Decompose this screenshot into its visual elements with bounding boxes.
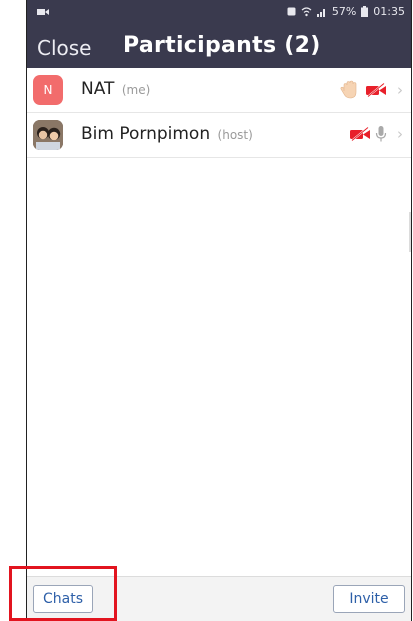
- invite-button[interactable]: Invite: [333, 585, 405, 613]
- video-off-icon: [366, 83, 386, 97]
- video-off-icon: [350, 127, 370, 141]
- participant-name: Bim Pornpimon (host): [81, 124, 253, 144]
- title-bar: Close Participants (2): [27, 30, 411, 68]
- signal-icon: [316, 8, 325, 17]
- avatar-photo-image: [33, 120, 63, 150]
- participant-name: NAT (me): [81, 79, 150, 99]
- phone-screen: 57% 01:35 Close Participants (2) N NAT (…: [26, 0, 412, 621]
- participant-row-nat[interactable]: N NAT (me) ›: [27, 68, 411, 113]
- avatar: [33, 120, 63, 150]
- raised-hand-icon: [340, 80, 357, 99]
- battery-percent: 57%: [331, 5, 357, 18]
- participant-tag: (host): [217, 128, 253, 142]
- wifi-icon: [301, 6, 312, 16]
- avatar: N: [33, 75, 63, 105]
- microphone-icon: [375, 126, 387, 142]
- scrollbar[interactable]: [409, 212, 411, 252]
- video-status-icon: [37, 9, 49, 15]
- participant-tag: (me): [121, 83, 151, 97]
- participant-status-icons: ›: [349, 125, 403, 143]
- participant-row-bim[interactable]: Bim Pornpimon (host) ›: [27, 113, 411, 158]
- battery-icon: [361, 6, 369, 17]
- close-button[interactable]: Close: [37, 36, 91, 60]
- highlight-box: [9, 566, 117, 621]
- chevron-right-icon: ›: [397, 81, 403, 99]
- participant-status-icons: ›: [339, 80, 403, 100]
- page-title: Participants (2): [123, 33, 321, 58]
- participant-name-text: NAT: [81, 79, 115, 99]
- participant-name-text: Bim Pornpimon: [81, 124, 211, 144]
- clock: 01:35: [373, 5, 405, 18]
- alarm-icon: [287, 7, 296, 16]
- status-bar: 57% 01:35: [27, 0, 411, 30]
- chevron-right-icon: ›: [397, 125, 403, 143]
